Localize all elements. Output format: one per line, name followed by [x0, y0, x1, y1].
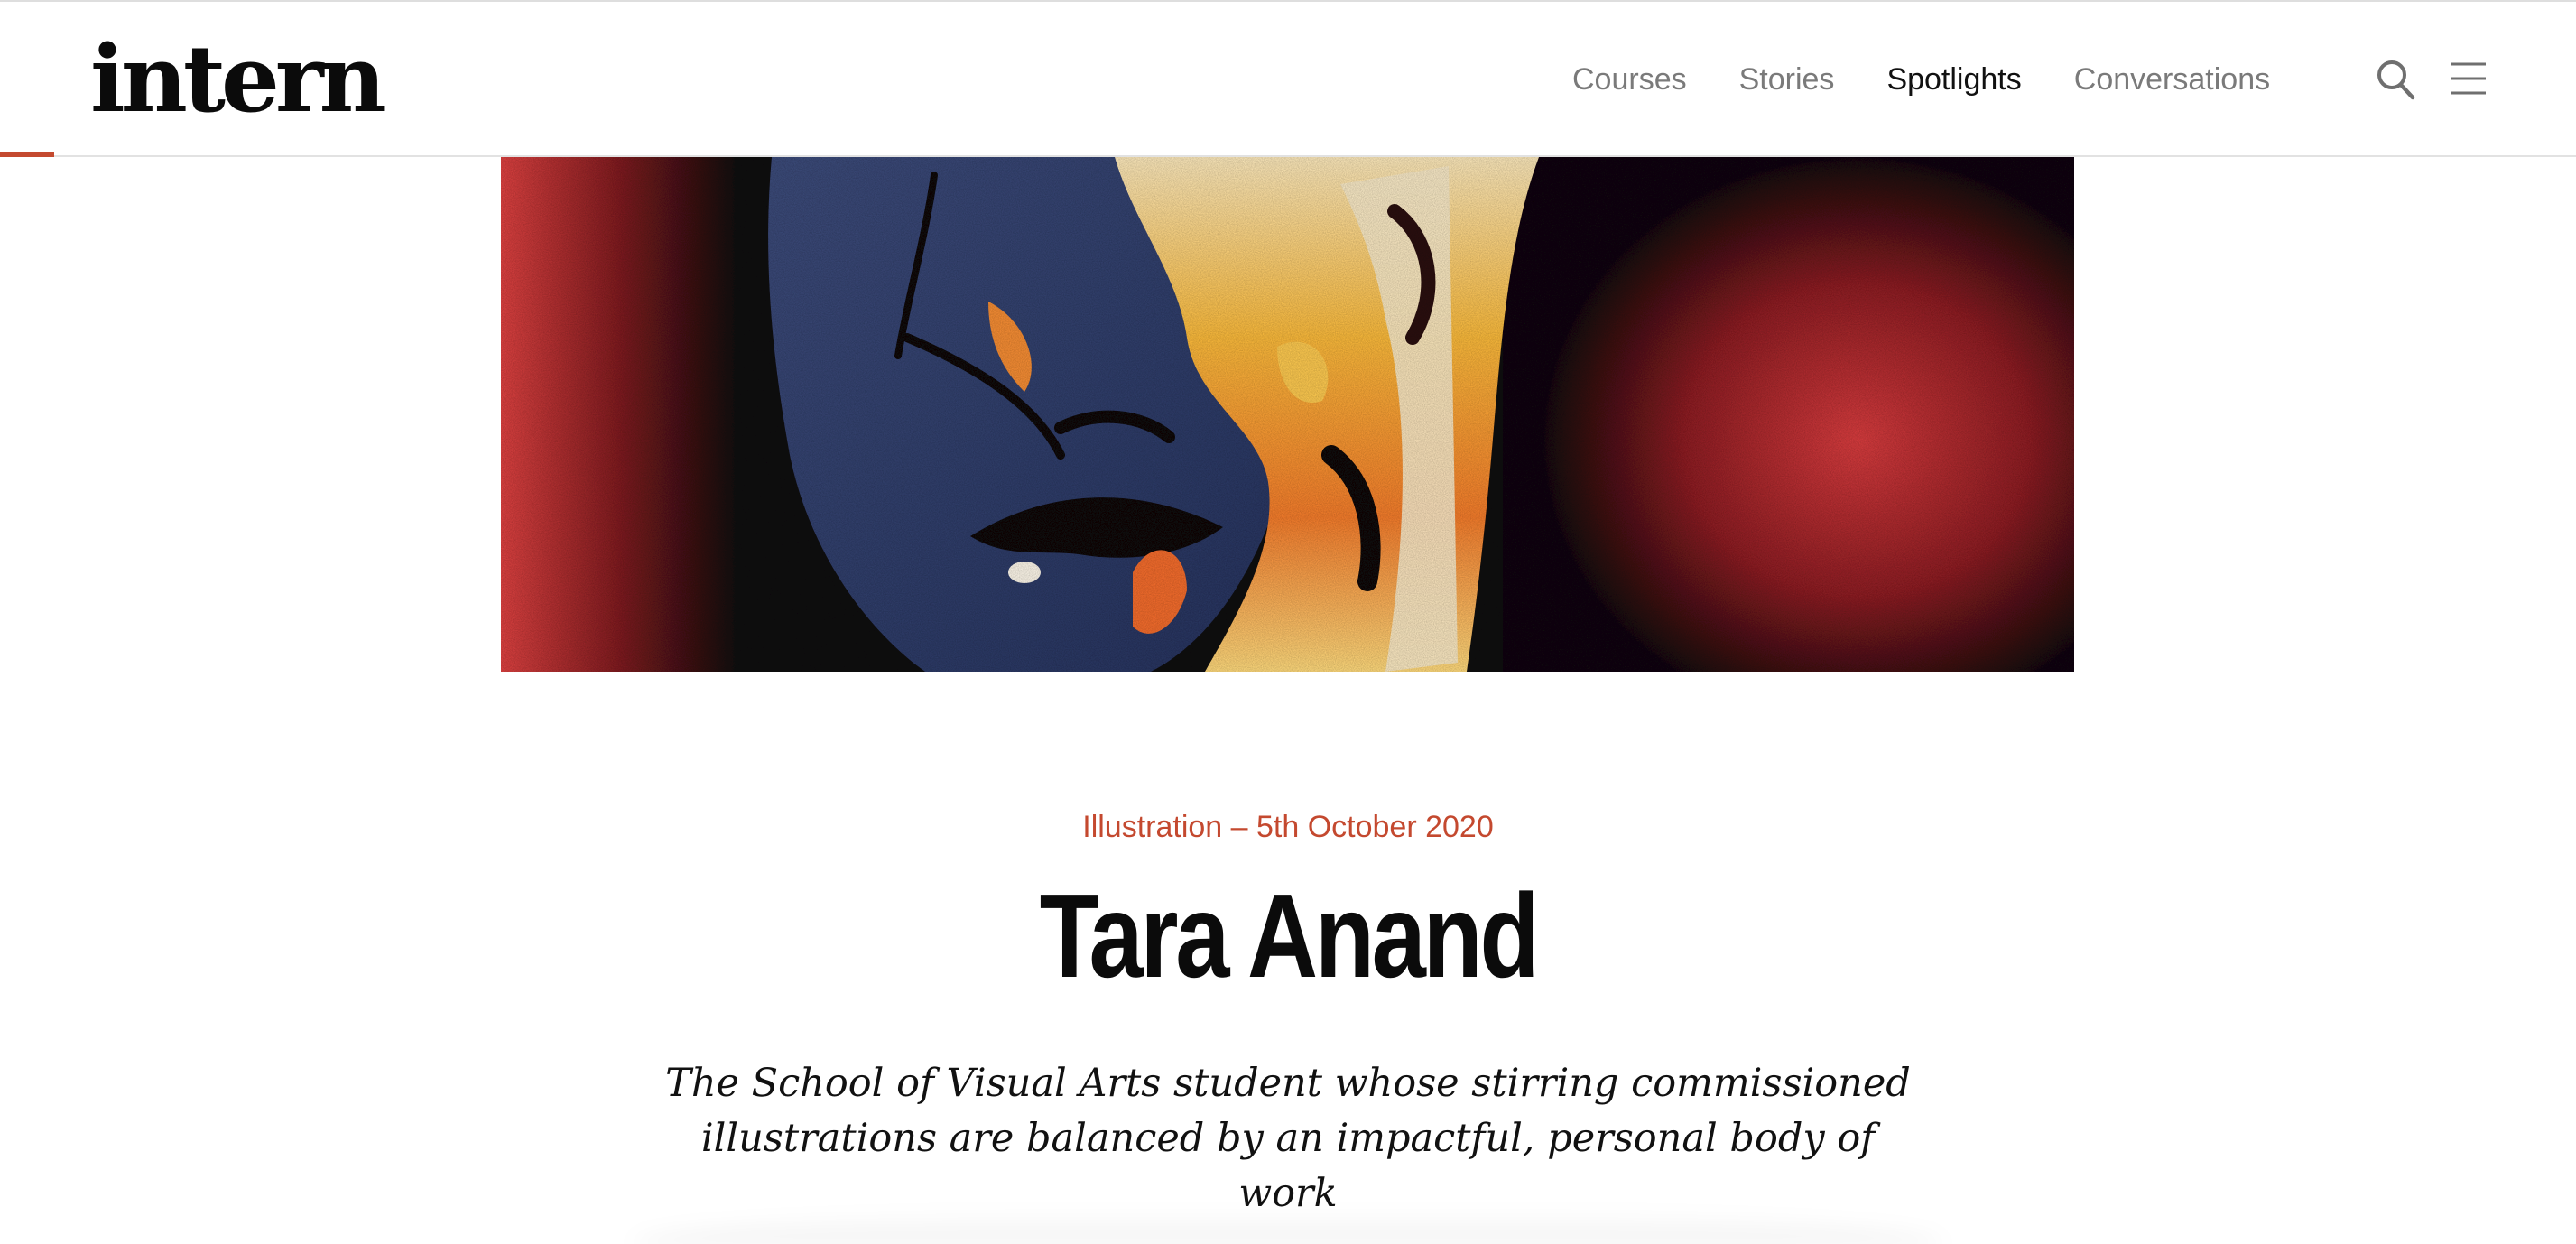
- page: intern Courses Stories Spotlights Conver…: [0, 0, 2576, 1244]
- search-icon: [2377, 60, 2415, 100]
- article-meta: Illustration – 5th October 2020: [1082, 810, 1494, 844]
- search-button[interactable]: [2376, 58, 2417, 101]
- nav-courses[interactable]: Courses: [1572, 58, 1687, 101]
- nav-conversations[interactable]: Conversations: [2074, 58, 2270, 101]
- nav-stories[interactable]: Stories: [1739, 58, 1835, 101]
- reading-progress-bar: [0, 152, 54, 157]
- site-header: intern Courses Stories Spotlights Conver…: [0, 0, 2576, 157]
- standfirst-line-1: The School of Visual Arts student whose …: [665, 1061, 1911, 1106]
- menu-icon: [2451, 62, 2486, 95]
- article-title: Tara Anand: [1039, 869, 1540, 1002]
- hero-illustration: [501, 157, 2074, 672]
- standfirst-line-2: illustrations are balanced by an impactf…: [700, 1116, 1876, 1216]
- site-logo[interactable]: intern: [90, 25, 386, 134]
- menu-button[interactable]: [2448, 58, 2489, 101]
- main-nav: Courses Stories Spotlights Conversations: [1572, 58, 2270, 101]
- nav-spotlights[interactable]: Spotlights: [1886, 58, 2021, 101]
- article-standfirst: The School of Visual Arts student whose …: [656, 1056, 1920, 1221]
- hero-image: [501, 157, 2074, 672]
